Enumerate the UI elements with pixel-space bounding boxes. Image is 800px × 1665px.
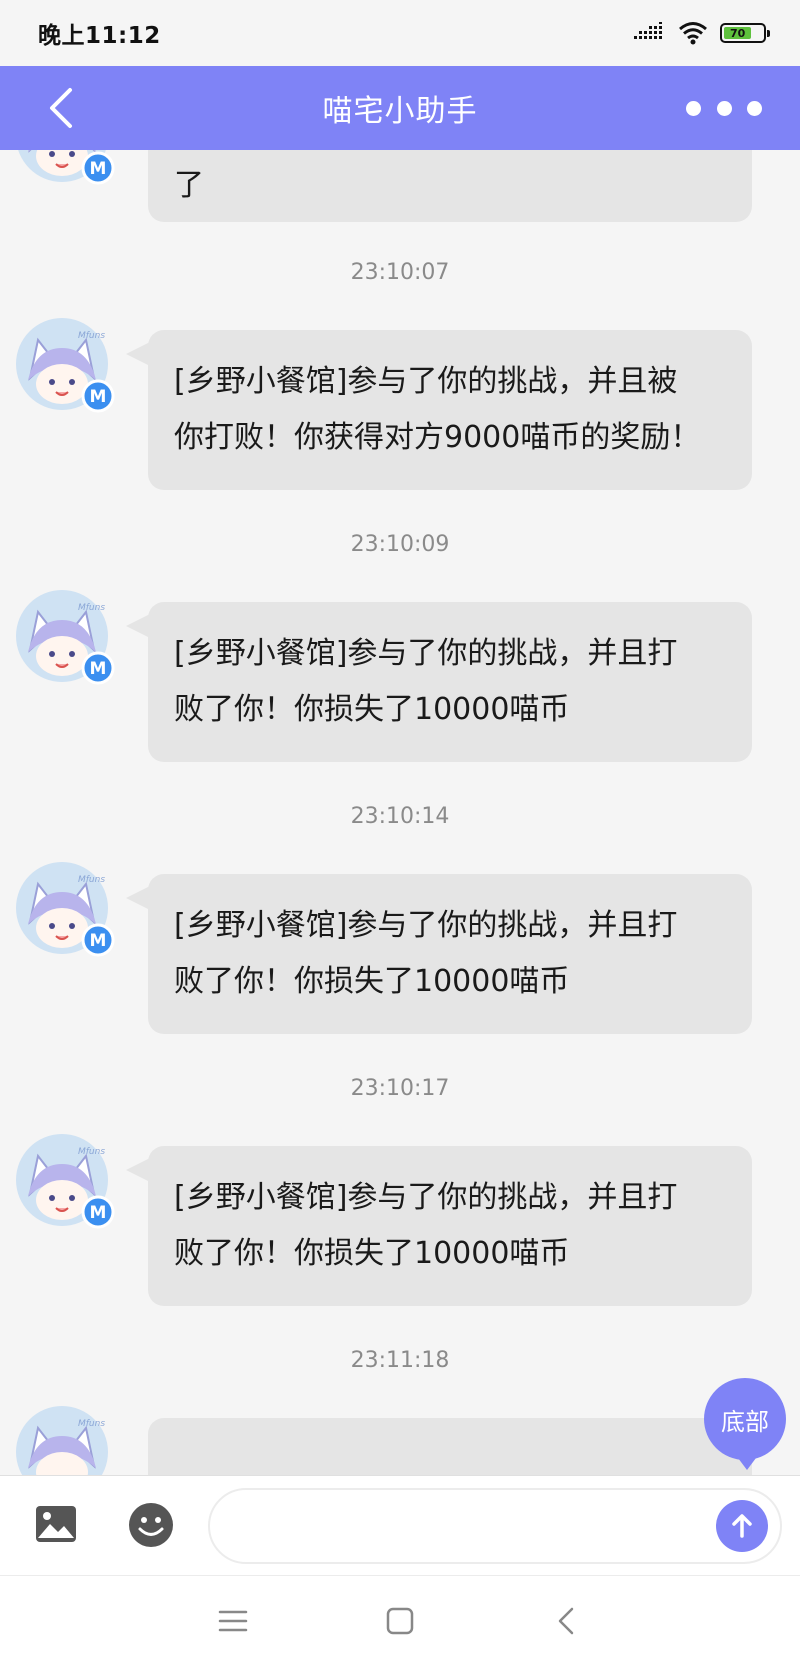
back-icon[interactable]: [40, 84, 88, 132]
battery-level: 70: [724, 27, 752, 40]
cat-avatar-icon: M: [18, 150, 115, 185]
message-bubble: [乡野小餐馆]参与了你的挑战，并且打 败了你！你损失了10000喵币: [148, 1146, 752, 1306]
message-bubble: [148, 1418, 752, 1475]
battery-icon: 70: [720, 23, 770, 43]
avatar: Mfuns M: [16, 590, 116, 690]
arrow-up-icon: [732, 1514, 752, 1538]
message-text: 了: [174, 168, 204, 203]
message-text: [乡野小餐馆]参与了你的挑战，并且打: [174, 1180, 678, 1215]
message-text: [乡野小餐馆]参与了你的挑战，并且被: [174, 364, 678, 399]
message-timestamp: 23:10:09: [350, 532, 450, 557]
page-title: 喵宅小助手: [322, 94, 478, 129]
cat-avatar-icon: Mfuns M: [16, 590, 115, 685]
svg-text:Mfuns: Mfuns: [78, 331, 105, 341]
message-text: 败了你！你损失了10000喵币: [174, 1236, 570, 1271]
send-button[interactable]: [716, 1500, 768, 1552]
svg-text:Mfuns: Mfuns: [78, 875, 105, 885]
avatar: Mfuns M: [16, 318, 116, 418]
input-bar: [0, 1475, 800, 1575]
avatar: Mfuns: [16, 1406, 116, 1475]
chat-area[interactable]: M 了 23:10:07 Mfuns M [乡野小餐馆]参与了你的挑战，并且被 …: [0, 150, 800, 1475]
svg-text:Mfuns: Mfuns: [78, 1419, 105, 1429]
message-bubble: [乡野小餐馆]参与了你的挑战，并且打 败了你！你损失了10000喵币: [148, 602, 752, 762]
bubble-tail: [126, 1158, 150, 1182]
message-input[interactable]: [208, 1488, 782, 1564]
bubble-tail: [126, 614, 150, 638]
scroll-to-bottom-button[interactable]: 底部: [704, 1378, 786, 1470]
svg-text:M: M: [90, 159, 107, 179]
avatar: Mfuns M: [16, 1134, 116, 1234]
more-dot: [747, 100, 762, 116]
cat-avatar-icon: Mfuns: [16, 1406, 108, 1475]
message-text: 败了你！你损失了10000喵币: [174, 964, 570, 999]
status-icons: 70: [634, 21, 770, 45]
message-timestamp: 23:11:18: [350, 1348, 450, 1373]
menu-icon[interactable]: [216, 1604, 250, 1638]
cat-avatar-icon: Mfuns M: [16, 318, 115, 413]
cat-avatar-icon: Mfuns M: [16, 1134, 115, 1229]
avatar: M: [16, 150, 116, 190]
message-text: 你打败！你获得对方9000喵币的奖励！: [174, 420, 701, 455]
avatar: Mfuns M: [16, 862, 116, 962]
message-bubble: [乡野小餐馆]参与了你的挑战，并且被 你打败！你获得对方9000喵币的奖励！: [148, 330, 752, 490]
message-bubble: 了: [148, 150, 752, 222]
status-bar: 晚上11:12 70: [0, 0, 800, 66]
message-text: 败了你！你损失了10000喵币: [174, 692, 570, 727]
svg-text:M: M: [90, 659, 107, 679]
cat-avatar-icon: Mfuns M: [16, 862, 115, 957]
system-back-icon[interactable]: [550, 1604, 584, 1638]
bubble-tail: [126, 886, 150, 910]
more-dot: [716, 100, 732, 116]
svg-text:Mfuns: Mfuns: [78, 603, 105, 613]
message-bubble: [乡野小餐馆]参与了你的挑战，并且打 败了你！你损失了10000喵币: [148, 874, 752, 1034]
message-text: [乡野小餐馆]参与了你的挑战，并且打: [174, 908, 678, 943]
home-icon[interactable]: [383, 1604, 417, 1638]
wifi-icon: [679, 22, 707, 45]
svg-text:M: M: [90, 387, 107, 407]
emoji-icon[interactable]: [128, 1502, 174, 1548]
svg-text:M: M: [90, 931, 107, 951]
svg-text:M: M: [90, 1203, 107, 1223]
more-options-icon[interactable]: [686, 92, 762, 124]
signal-icon: [634, 22, 662, 39]
system-nav-bar: [0, 1575, 800, 1665]
more-dot: [686, 100, 701, 116]
status-time: 晚上11:12: [38, 23, 161, 49]
bubble-tail: [126, 342, 150, 366]
message-timestamp: 23:10:17: [350, 1076, 450, 1101]
header-bar: 喵宅小助手: [0, 66, 800, 150]
image-icon[interactable]: [34, 1502, 78, 1546]
scroll-to-bottom-label: 底部: [721, 1407, 769, 1436]
svg-text:Mfuns: Mfuns: [78, 1147, 105, 1157]
message-timestamp: 23:10:07: [350, 260, 450, 285]
message-text: [乡野小餐馆]参与了你的挑战，并且打: [174, 636, 678, 671]
message-timestamp: 23:10:14: [350, 804, 450, 829]
